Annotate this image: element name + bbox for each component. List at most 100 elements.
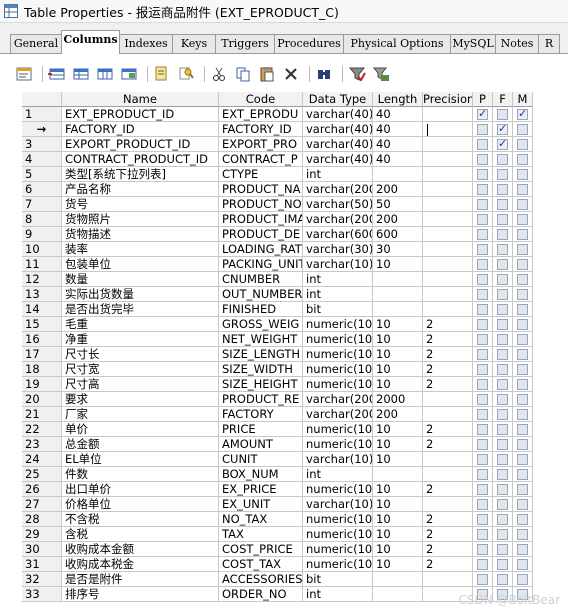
table-row[interactable]: 16净重NET_WEIGHTnumeric(10,2)102 [22,332,534,347]
name-cell[interactable]: 收购成本金额 [62,542,219,557]
data-type-cell[interactable]: int [303,587,373,602]
table-row[interactable]: 7 货号 PRODUCT_NO varchar(50) 50 [22,197,534,212]
name-cell[interactable]: 货物描述 [62,227,219,242]
code-cell[interactable]: CNUMBER [219,272,303,287]
checkbox[interactable] [517,274,528,285]
data-type-cell[interactable]: varchar(30) [303,242,373,257]
code-cell[interactable]: PRICE [219,422,303,437]
data-type-cell[interactable]: numeric(10,2) [303,317,373,332]
code-cell[interactable]: CUNIT [219,452,303,467]
checkbox[interactable] [477,394,488,405]
checkbox[interactable] [497,304,508,315]
header-code[interactable]: Code [219,92,303,107]
length-cell[interactable]: 10 [373,422,423,437]
precision-cell[interactable] [423,407,473,422]
code-cell[interactable]: ORDER_NO [219,587,303,602]
length-cell[interactable]: 10 [373,557,423,572]
checkbox[interactable] [497,244,508,255]
mandatory-cell[interactable] [513,122,533,137]
checkbox[interactable] [497,334,508,345]
table-row[interactable]: 27 价格单位 EX_UNIT varchar(10) 10 [22,497,534,512]
checkbox[interactable] [477,499,488,510]
mandatory-cell[interactable] [513,437,533,452]
precision-cell[interactable] [423,392,473,407]
foreign-key-cell[interactable] [493,137,513,152]
code-cell[interactable]: PRODUCT_IMA [219,212,303,227]
length-cell[interactable] [373,587,423,602]
table-row[interactable]: 9货物描述PRODUCT_DEvarchar(600)600 [22,227,534,242]
data-type-cell[interactable]: varchar(600) [303,227,373,242]
checkbox[interactable] [517,154,528,165]
checkbox[interactable] [497,137,508,151]
primary-key-cell[interactable] [473,287,493,302]
foreign-key-cell[interactable] [493,302,513,317]
checkbox[interactable] [497,274,508,285]
filter-icon[interactable] [152,64,172,84]
checkbox[interactable] [517,319,528,330]
data-type-cell[interactable]: numeric(10,2) [303,512,373,527]
checkbox[interactable] [497,199,508,210]
name-cell[interactable]: EL单位 [62,452,219,467]
checkbox[interactable] [497,364,508,375]
checkbox[interactable] [497,289,508,300]
name-cell[interactable]: 总金额 [62,437,219,452]
checkbox[interactable] [477,274,488,285]
name-cell[interactable]: EXPORT_PRODUCT_ID [62,137,219,152]
checkbox[interactable] [477,574,488,585]
mandatory-cell[interactable] [513,287,533,302]
precision-cell[interactable] [423,137,473,152]
table-row[interactable]: 20要求PRODUCT_REvarchar(2000)2000 [22,392,534,407]
data-type-cell[interactable]: bit [303,572,373,587]
checkbox[interactable] [497,454,508,465]
name-cell[interactable]: 尺寸长 [62,347,219,362]
foreign-key-cell[interactable] [493,317,513,332]
checkbox[interactable] [477,529,488,540]
code-cell[interactable]: COST_TAX [219,557,303,572]
precision-cell[interactable] [423,122,473,137]
checkbox[interactable] [517,334,528,345]
primary-key-cell[interactable] [473,362,493,377]
foreign-key-cell[interactable] [493,212,513,227]
foreign-key-cell[interactable] [493,497,513,512]
primary-key-cell[interactable] [473,242,493,257]
primary-key-cell[interactable] [473,332,493,347]
data-type-cell[interactable]: varchar(40) [303,137,373,152]
primary-key-cell[interactable] [473,452,493,467]
code-cell[interactable]: BOX_NUM [219,467,303,482]
precision-cell[interactable]: 2 [423,317,473,332]
primary-key-cell[interactable] [473,377,493,392]
length-cell[interactable]: 10 [373,482,423,497]
code-cell[interactable]: FACTORY_ID [219,122,303,137]
length-cell[interactable] [373,302,423,317]
checkbox[interactable] [477,544,488,555]
checkbox[interactable] [517,169,528,180]
precision-cell[interactable]: 2 [423,347,473,362]
data-type-cell[interactable]: varchar(200) [303,182,373,197]
checkbox[interactable] [517,559,528,570]
checkbox[interactable] [497,544,508,555]
primary-key-cell[interactable] [473,572,493,587]
table-row[interactable]: 3 EXPORT_PRODUCT_ID EXPORT_PRO varchar(40) 4… [22,137,534,152]
code-cell[interactable]: AMOUNT [219,437,303,452]
precision-cell[interactable]: 2 [423,332,473,347]
foreign-key-cell[interactable] [493,152,513,167]
mandatory-cell[interactable] [513,482,533,497]
checkbox[interactable] [477,154,488,165]
foreign-key-cell[interactable] [493,362,513,377]
data-type-cell[interactable]: numeric(10,2) [303,437,373,452]
foreign-key-cell[interactable] [493,557,513,572]
code-cell[interactable]: SIZE_HEIGHT [219,377,303,392]
tab-r[interactable]: R [538,34,560,53]
mandatory-cell[interactable] [513,272,533,287]
primary-key-cell[interactable] [473,107,493,122]
length-cell[interactable]: 40 [373,122,423,137]
data-type-cell[interactable]: varchar(40) [303,152,373,167]
precision-cell[interactable] [423,107,473,122]
name-cell[interactable]: EXT_EPRODUCT_ID [62,107,219,122]
table-row[interactable]: 31收购成本税金COST_TAXnumeric(10,2)102 [22,557,534,572]
foreign-key-cell[interactable] [493,272,513,287]
mandatory-cell[interactable] [513,182,533,197]
tab-physical-options[interactable]: Physical Options [343,34,451,53]
table-row[interactable]: 8货物照片PRODUCT_IMAvarchar(200)200 [22,212,534,227]
primary-key-cell[interactable] [473,437,493,452]
